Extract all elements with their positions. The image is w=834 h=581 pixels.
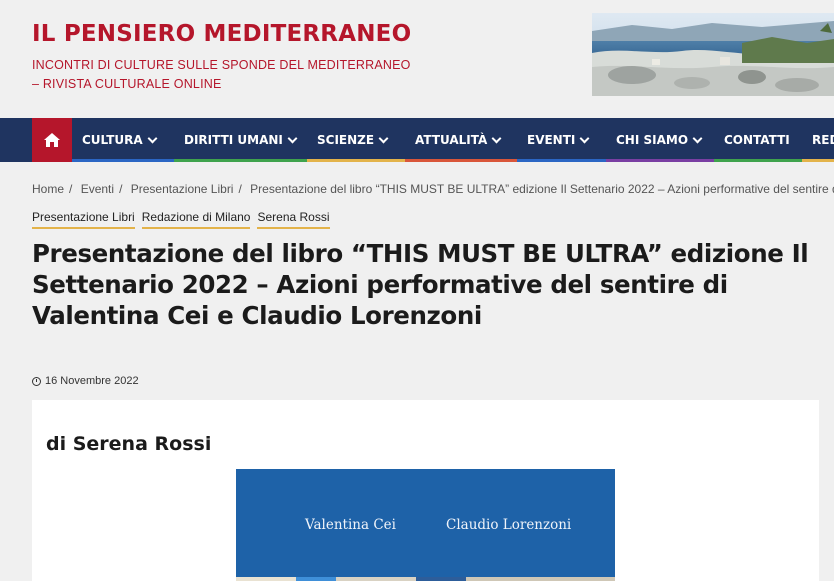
- breadcrumb-separator: /: [119, 182, 123, 196]
- breadcrumb-separator: /: [69, 182, 73, 196]
- nav-item-underline: [405, 159, 517, 162]
- nav-item-label: CULTURA: [82, 133, 143, 147]
- breadcrumb-home[interactable]: Home: [32, 182, 64, 196]
- post-tags: Presentazione Libri Redazione di Milano …: [32, 210, 330, 229]
- site-title[interactable]: IL PENSIERO MEDITERRANEO: [32, 21, 411, 47]
- post-date: 16 Novembre 2022: [32, 375, 139, 387]
- nav-item-eventi[interactable]: EVENTI: [517, 118, 606, 162]
- chevron-down-icon: [579, 133, 590, 143]
- post-title: Presentazione del libro “THIS MUST BE UL…: [32, 239, 809, 330]
- nav-item-underline: [606, 159, 714, 162]
- tag-presentazione-libri[interactable]: Presentazione Libri: [32, 210, 135, 229]
- breadcrumb: Home / Eventi / Presentazione Libri / Prese…: [32, 182, 834, 196]
- nav-item-label: ATTUALITÀ: [415, 133, 488, 147]
- nav-item-scienze[interactable]: SCIENZE: [307, 118, 405, 162]
- clock-icon: [32, 376, 41, 386]
- main-navigation: CULTURA DIRITTI UMANI SCIENZE ATTUALITÀ …: [0, 118, 834, 162]
- chevron-down-icon: [378, 133, 389, 143]
- nav-item-label: DIRITTI UMANI: [184, 133, 283, 147]
- home-button[interactable]: [32, 118, 72, 162]
- nav-item-attualita[interactable]: ATTUALITÀ: [405, 118, 517, 162]
- nav-item-label: RED: [812, 133, 834, 147]
- chevron-down-icon: [147, 133, 158, 143]
- nav-item-label: CONTATTI: [724, 133, 790, 147]
- site-header: IL PENSIERO MEDITERRANEO INCONTRI DI CUL…: [0, 0, 834, 118]
- nav-item-label: CHI SIAMO: [616, 133, 689, 147]
- cover-color-strip: [236, 577, 615, 581]
- article-byline: di Serena Rossi: [46, 433, 212, 455]
- nav-item-underline: [174, 159, 307, 162]
- tag-redazione-di-milano[interactable]: Redazione di Milano: [141, 210, 251, 229]
- chevron-down-icon: [491, 133, 502, 143]
- nav-item-underline: [517, 159, 606, 162]
- book-cover-image: Valentina Cei Claudio Lorenzoni: [236, 469, 615, 581]
- nav-item-underline: [802, 159, 834, 162]
- coastal-landscape-image: [592, 13, 834, 96]
- header-banner-image: [592, 13, 834, 96]
- nav-item-underline: [72, 159, 174, 162]
- nav-item-contatti[interactable]: CONTATTI: [714, 118, 802, 162]
- nav-item-redazione[interactable]: RED: [802, 118, 834, 162]
- nav-item-chi-siamo[interactable]: CHI SIAMO: [606, 118, 714, 162]
- nav-item-label: SCIENZE: [317, 133, 375, 147]
- cover-author-1: Valentina Cei: [305, 517, 396, 533]
- breadcrumb-current: Presentazione del libro “THIS MUST BE UL…: [250, 182, 834, 196]
- home-icon: [44, 133, 60, 147]
- nav-item-underline: [307, 159, 405, 162]
- chevron-down-icon: [692, 133, 703, 143]
- nav-item-label: EVENTI: [527, 133, 576, 147]
- nav-item-cultura[interactable]: CULTURA: [72, 118, 174, 162]
- article-body: di Serena Rossi Valentina Cei Claudio Lo…: [32, 400, 819, 581]
- post-date-text: 16 Novembre 2022: [45, 375, 139, 387]
- tag-serena-rossi[interactable]: Serena Rossi: [257, 210, 330, 229]
- breadcrumb-separator: /: [238, 182, 242, 196]
- cover-author-2: Claudio Lorenzoni: [446, 517, 572, 533]
- nav-item-diritti-umani[interactable]: DIRITTI UMANI: [174, 118, 307, 162]
- breadcrumb-eventi[interactable]: Eventi: [81, 182, 114, 196]
- breadcrumb-presentazione-libri[interactable]: Presentazione Libri: [131, 182, 234, 196]
- nav-item-underline: [714, 159, 802, 162]
- site-tagline: INCONTRI DI CULTURE SULLE SPONDE DEL MED…: [32, 58, 411, 91]
- chevron-down-icon: [287, 133, 298, 143]
